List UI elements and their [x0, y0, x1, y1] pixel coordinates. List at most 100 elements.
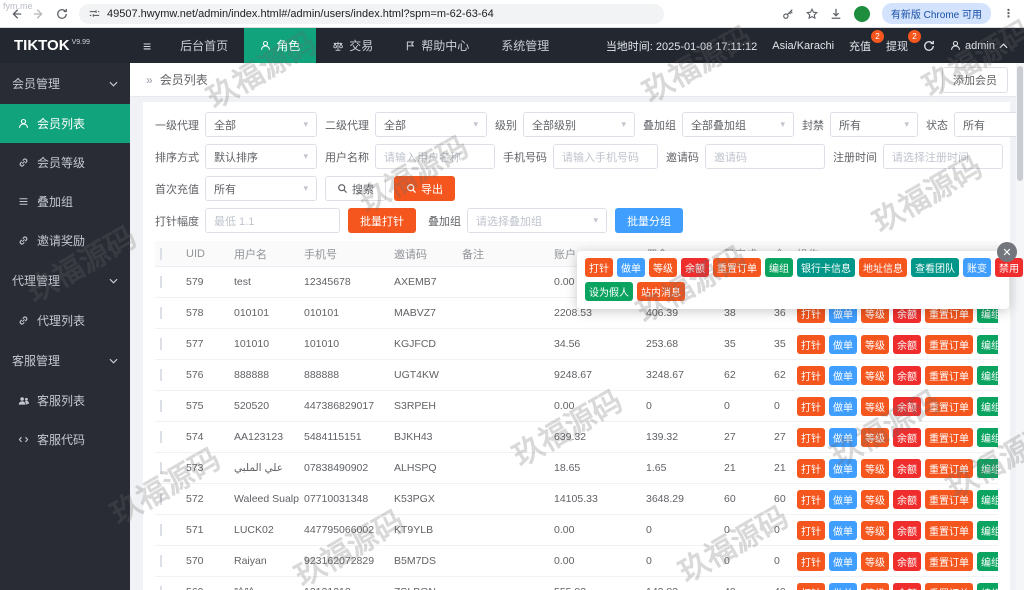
stack-group-select[interactable]: 全部叠加组 ▾ — [682, 112, 794, 137]
sidebar-item-member-level[interactable]: 会员等级 — [0, 143, 130, 182]
scrollbar-thumb[interactable] — [1017, 66, 1023, 181]
action-group-button[interactable]: 编组 — [977, 582, 998, 590]
action-balance-button[interactable]: 余额 — [893, 582, 921, 590]
action-level-button[interactable]: 等级 — [861, 551, 889, 571]
sidebar-item-service-code[interactable]: 客服代码 — [0, 420, 130, 459]
action-needle-button[interactable]: 打针 — [797, 489, 825, 509]
sidebar-item-service-list[interactable]: 客服列表 — [0, 381, 130, 420]
needle-range-input[interactable]: 最低 1.1 — [205, 208, 340, 233]
popup-action-reset-order-button[interactable]: 重置订单 — [713, 258, 761, 277]
action-group-button[interactable]: 编组 — [977, 489, 998, 509]
close-icon[interactable]: ✕ — [997, 242, 1017, 262]
popup-action-group-button[interactable]: 编组 — [765, 258, 793, 277]
action-level-button[interactable]: 等级 — [861, 520, 889, 540]
action-needle-button[interactable]: 打针 — [797, 427, 825, 447]
action-order-button[interactable]: 做单 — [829, 551, 857, 571]
nav-item-role[interactable]: 角色 — [244, 28, 317, 63]
action-reset-order-button[interactable]: 重置订单 — [925, 427, 973, 447]
row-checkbox[interactable] — [160, 493, 162, 505]
action-needle-button[interactable]: 打针 — [797, 582, 825, 590]
action-group-button[interactable]: 编组 — [977, 458, 998, 478]
sidebar-group-agent[interactable]: 代理管理 — [0, 260, 130, 301]
action-group-button[interactable]: 编组 — [977, 520, 998, 540]
action-reset-order-button[interactable]: 重置订单 — [925, 396, 973, 416]
ban-select[interactable]: 所有 ▾ — [830, 112, 918, 137]
action-level-button[interactable]: 等级 — [861, 458, 889, 478]
nav-item-help[interactable]: 帮助中心 — [389, 28, 485, 63]
action-balance-button[interactable]: 余额 — [893, 427, 921, 447]
register-time-input[interactable]: 请选择注册时间 — [883, 144, 1003, 169]
profile-avatar[interactable] — [853, 5, 870, 22]
select-all-checkbox[interactable] — [160, 247, 162, 260]
action-reset-order-button[interactable]: 重置订单 — [925, 520, 973, 540]
action-needle-button[interactable]: 打针 — [797, 334, 825, 354]
action-order-button[interactable]: 做单 — [829, 582, 857, 590]
nav-item-system[interactable]: 系统管理 — [485, 28, 565, 63]
sidebar-group-member[interactable]: 会员管理 — [0, 63, 130, 104]
action-needle-button[interactable]: 打针 — [797, 551, 825, 571]
action-reset-order-button[interactable]: 重置订单 — [925, 458, 973, 478]
action-group-button[interactable]: 编组 — [977, 551, 998, 571]
bookmark-star-icon[interactable] — [805, 7, 818, 20]
sidebar-item-stack-group[interactable]: 叠加组 — [0, 182, 130, 221]
popup-action-set-fake-button[interactable]: 设为假人 — [585, 282, 633, 301]
browser-menu-icon[interactable]: ⋮ — [1003, 7, 1014, 20]
recharge-link[interactable]: 充值 2 — [849, 29, 885, 54]
invite-code-input[interactable]: 邀请码 — [705, 144, 825, 169]
popup-action-account-change-button[interactable]: 账变 — [963, 258, 991, 277]
action-level-button[interactable]: 等级 — [861, 365, 889, 385]
action-needle-button[interactable]: 打针 — [797, 458, 825, 478]
level1-agent-select[interactable]: 全部 ▾ — [205, 112, 317, 137]
popup-action-level-button[interactable]: 等级 — [649, 258, 677, 277]
sidebar-toggle-icon[interactable]: ≡ — [130, 38, 164, 54]
withdraw-link[interactable]: 提现 2 — [886, 29, 922, 54]
batch-needle-button[interactable]: 批量打针 — [348, 208, 416, 233]
popup-action-view-team-button[interactable]: 查看团队 — [911, 258, 959, 277]
add-member-button[interactable]: 添加会员 — [942, 66, 1008, 93]
action-needle-button[interactable]: 打针 — [797, 365, 825, 385]
action-group-button[interactable]: 编组 — [977, 427, 998, 447]
action-level-button[interactable]: 等级 — [861, 489, 889, 509]
search-button[interactable]: 搜索 — [325, 176, 386, 201]
sort-select[interactable]: 默认排序 ▾ — [205, 144, 317, 169]
nav-item-dashboard[interactable]: 后台首页 — [164, 28, 244, 63]
download-icon[interactable] — [830, 8, 842, 20]
refresh-icon[interactable] — [923, 40, 935, 52]
action-balance-button[interactable]: 余额 — [893, 520, 921, 540]
action-balance-button[interactable]: 余额 — [893, 365, 921, 385]
popup-action-order-button[interactable]: 做单 — [617, 258, 645, 277]
row-checkbox[interactable] — [160, 338, 162, 350]
action-balance-button[interactable]: 余额 — [893, 396, 921, 416]
popup-action-address-info-button[interactable]: 地址信息 — [859, 258, 907, 277]
action-level-button[interactable]: 等级 — [861, 396, 889, 416]
action-needle-button[interactable]: 打针 — [797, 396, 825, 416]
sidebar-group-service[interactable]: 客服管理 — [0, 340, 130, 381]
row-checkbox[interactable] — [160, 555, 162, 567]
first-charge-select[interactable]: 所有 ▾ — [205, 176, 317, 201]
row-checkbox[interactable] — [160, 524, 162, 536]
action-reset-order-button[interactable]: 重置订单 — [925, 489, 973, 509]
popup-action-bank-info-button[interactable]: 银行卡信息 — [797, 258, 855, 277]
action-order-button[interactable]: 做单 — [829, 365, 857, 385]
action-balance-button[interactable]: 余额 — [893, 489, 921, 509]
status-select[interactable]: 所有▾ — [954, 112, 1024, 137]
back-icon[interactable] — [10, 8, 22, 20]
row-checkbox[interactable] — [160, 307, 162, 319]
action-group-button[interactable]: 编组 — [977, 396, 998, 416]
sidebar-item-member-list[interactable]: 会员列表 — [0, 104, 130, 143]
action-order-button[interactable]: 做单 — [829, 520, 857, 540]
username-input[interactable]: 请输入用户名称 — [375, 144, 495, 169]
reload-icon[interactable] — [56, 8, 68, 20]
action-reset-order-button[interactable]: 重置订单 — [925, 582, 973, 590]
popup-action-balance-button[interactable]: 余额 — [681, 258, 709, 277]
row-checkbox[interactable] — [160, 431, 162, 443]
row-checkbox[interactable] — [160, 462, 162, 474]
action-needle-button[interactable]: 打针 — [797, 520, 825, 540]
sidebar-item-agent-list[interactable]: 代理列表 — [0, 301, 130, 340]
action-reset-order-button[interactable]: 重置订单 — [925, 365, 973, 385]
action-balance-button[interactable]: 余额 — [893, 334, 921, 354]
password-key-icon[interactable] — [782, 8, 794, 20]
action-order-button[interactable]: 做单 — [829, 396, 857, 416]
action-order-button[interactable]: 做单 — [829, 334, 857, 354]
action-reset-order-button[interactable]: 重置订单 — [925, 551, 973, 571]
